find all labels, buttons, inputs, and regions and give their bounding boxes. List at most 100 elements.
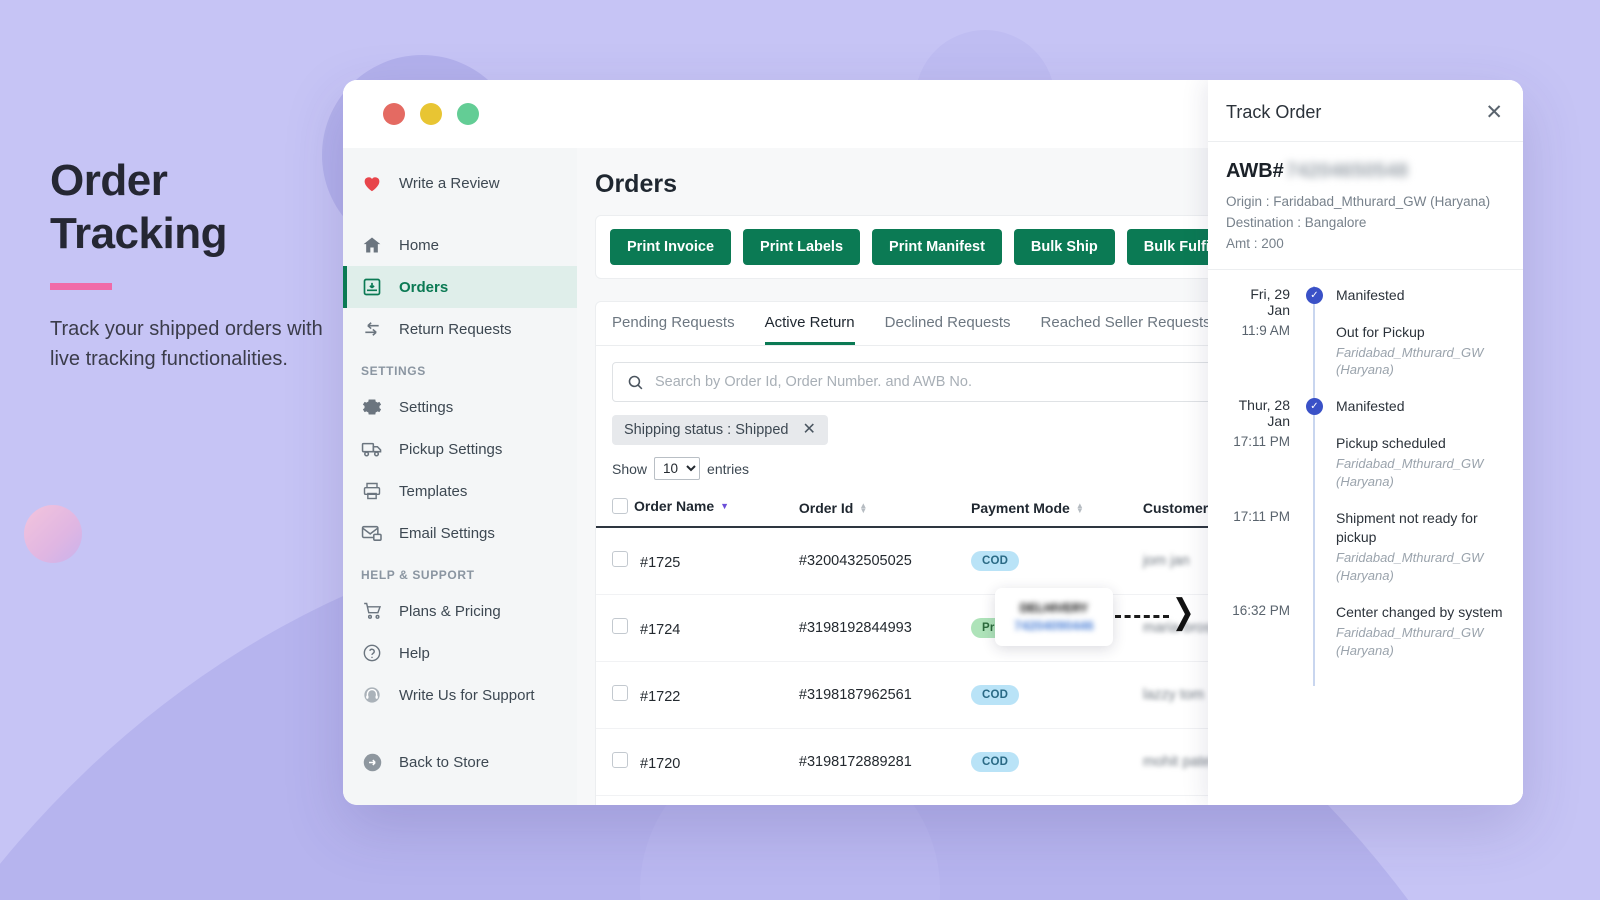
close-icon[interactable]: ✕ bbox=[1485, 102, 1503, 123]
print-invoice-button[interactable]: Print Invoice bbox=[610, 229, 731, 265]
select-all-checkbox[interactable] bbox=[612, 498, 628, 514]
row-checkbox[interactable] bbox=[612, 752, 628, 768]
show-entries-select[interactable]: 10 bbox=[654, 457, 700, 480]
sidebar-item-write-us-for-support[interactable]: Write Us for Support bbox=[343, 674, 577, 716]
window-minimize-button[interactable] bbox=[420, 103, 442, 125]
tab-reached-seller-requests[interactable]: Reached Seller Requests bbox=[1041, 314, 1211, 345]
sidebar-item-label: Orders bbox=[399, 279, 448, 296]
timeline-track bbox=[1302, 603, 1326, 678]
cell-order-id: #3198192844993 bbox=[799, 595, 971, 662]
sidebar-item-label: Templates bbox=[399, 483, 467, 500]
cell-payment-mode: COD bbox=[971, 662, 1143, 729]
tracking-tooltip: DELHIVERY 74204090446 bbox=[995, 588, 1113, 646]
timeline-entry: Thur, 28 Jan✓Manifested bbox=[1226, 397, 1505, 434]
customer-name: lazzy tom bbox=[1143, 687, 1204, 703]
column-label: Customer bbox=[1143, 500, 1208, 516]
show-entries-suffix: entries bbox=[707, 461, 749, 477]
sidebar: Write a Review Home Orders bbox=[343, 148, 577, 805]
tab-declined-requests[interactable]: Declined Requests bbox=[885, 314, 1011, 345]
sidebar-item-label: Write a Review bbox=[399, 175, 500, 192]
cell-order-id: #3200432505025 bbox=[799, 527, 971, 595]
cell-payment-mode: COD bbox=[971, 729, 1143, 796]
sidebar-item-settings[interactable]: Settings bbox=[343, 386, 577, 428]
chevron-down-icon: ▼ bbox=[720, 501, 729, 511]
timeline-title: Out for Pickup bbox=[1336, 323, 1505, 342]
question-circle-icon bbox=[361, 642, 383, 664]
row-checkbox[interactable] bbox=[612, 551, 628, 567]
track-destination: Destination : Bangalore bbox=[1226, 213, 1505, 234]
bg-circle-pink bbox=[24, 505, 82, 563]
show-entries-prefix: Show bbox=[612, 461, 647, 477]
return-arrow-icon bbox=[361, 318, 383, 340]
timeline-line bbox=[1313, 323, 1315, 406]
tab-active-return[interactable]: Active Return bbox=[765, 314, 855, 345]
sidebar-item-orders[interactable]: Orders bbox=[343, 266, 577, 308]
row-checkbox[interactable] bbox=[612, 618, 628, 634]
filter-chip-shipping-status[interactable]: Shipping status : Shipped ✕ bbox=[612, 415, 828, 445]
timeline-time: Fri, 29 Jan bbox=[1226, 286, 1302, 323]
customer-name: mohit patel bbox=[1143, 754, 1214, 770]
column-label: Order Id bbox=[799, 500, 853, 516]
sidebar-item-templates[interactable]: Templates bbox=[343, 470, 577, 512]
truck-icon bbox=[361, 438, 383, 460]
sidebar-item-plans-pricing[interactable]: Plans & Pricing bbox=[343, 590, 577, 632]
timeline-entry: 17:11 PMShipment not ready for pickupFar… bbox=[1226, 509, 1505, 603]
cart-icon bbox=[361, 600, 383, 622]
track-amount: Amt : 200 bbox=[1226, 234, 1505, 255]
cell-order-id: #3198187962561 bbox=[799, 662, 971, 729]
payment-mode-badge: COD bbox=[971, 752, 1019, 772]
hero-title-line2: Tracking bbox=[50, 209, 227, 258]
sidebar-item-return-requests[interactable]: Return Requests bbox=[343, 308, 577, 350]
window-maximize-button[interactable] bbox=[457, 103, 479, 125]
print-manifest-button[interactable]: Print Manifest bbox=[872, 229, 1002, 265]
sidebar-item-write-a-review[interactable]: Write a Review bbox=[343, 162, 577, 204]
tracking-timeline: Fri, 29 Jan✓Manifested11:9 AMOut for Pic… bbox=[1208, 270, 1523, 805]
column-order-name[interactable]: Order Name ▼ bbox=[596, 490, 799, 527]
bulk-ship-button[interactable]: Bulk Ship bbox=[1014, 229, 1115, 265]
print-labels-button[interactable]: Print Labels bbox=[743, 229, 860, 265]
sidebar-item-pickup-settings[interactable]: Pickup Settings bbox=[343, 428, 577, 470]
tab-pending-requests[interactable]: Pending Requests bbox=[612, 314, 735, 345]
tooltip-carrier: DELHIVERY bbox=[1020, 601, 1088, 615]
sidebar-item-back-to-store[interactable]: Back to Store bbox=[343, 741, 577, 783]
sidebar-item-label: Email Settings bbox=[399, 525, 495, 542]
customer-name: jom jan bbox=[1143, 553, 1190, 569]
cell-order-name: #1720 bbox=[596, 729, 799, 796]
timeline-entry: Fri, 29 Jan✓Manifested bbox=[1226, 286, 1505, 323]
timeline-title: Pickup scheduled bbox=[1336, 434, 1505, 453]
order-name-value: #1724 bbox=[640, 622, 680, 638]
headset-icon bbox=[361, 684, 383, 706]
column-payment-mode[interactable]: Payment Mode ▲▼ bbox=[971, 490, 1143, 527]
close-icon[interactable]: ✕ bbox=[802, 422, 815, 438]
row-checkbox[interactable] bbox=[612, 685, 628, 701]
hero-divider bbox=[50, 283, 112, 290]
track-panel-title: Track Order bbox=[1226, 102, 1321, 123]
timeline-time: 17:11 PM bbox=[1226, 434, 1302, 509]
timeline-track bbox=[1302, 509, 1326, 603]
timeline-entry: 16:32 PMCenter changed by systemFaridaba… bbox=[1226, 603, 1505, 678]
window-close-button[interactable] bbox=[383, 103, 405, 125]
awb-label: AWB# bbox=[1226, 160, 1284, 183]
column-label: Payment Mode bbox=[971, 500, 1070, 516]
envelope-icon bbox=[361, 522, 383, 544]
payment-mode-badge: COD bbox=[971, 551, 1019, 571]
hero-title: Order Tracking bbox=[50, 155, 350, 261]
column-order-id[interactable]: Order Id ▲▼ bbox=[799, 490, 971, 527]
timeline-location: Faridabad_Mthurard_GW (Haryana) bbox=[1336, 549, 1505, 585]
awb-value: 74204650548 bbox=[1286, 160, 1408, 183]
sidebar-item-email-settings[interactable]: Email Settings bbox=[343, 512, 577, 554]
sidebar-item-label: Help bbox=[399, 645, 430, 662]
cell-order-name: #1719 bbox=[596, 796, 799, 806]
hero-title-line1: Order bbox=[50, 156, 167, 205]
cell-payment-mode: COD bbox=[971, 796, 1143, 806]
timeline-line bbox=[1313, 509, 1315, 611]
sidebar-item-help[interactable]: Help bbox=[343, 632, 577, 674]
sidebar-item-label: Back to Store bbox=[399, 754, 489, 771]
timeline-line bbox=[1313, 434, 1315, 517]
cell-order-id: #3198171611329 bbox=[799, 796, 971, 806]
sidebar-item-home[interactable]: Home bbox=[343, 224, 577, 266]
cell-order-id: #3198172889281 bbox=[799, 729, 971, 796]
timeline-track bbox=[1302, 323, 1326, 398]
sidebar-item-label: Pickup Settings bbox=[399, 441, 502, 458]
pointer-dashed-line bbox=[1115, 615, 1169, 618]
